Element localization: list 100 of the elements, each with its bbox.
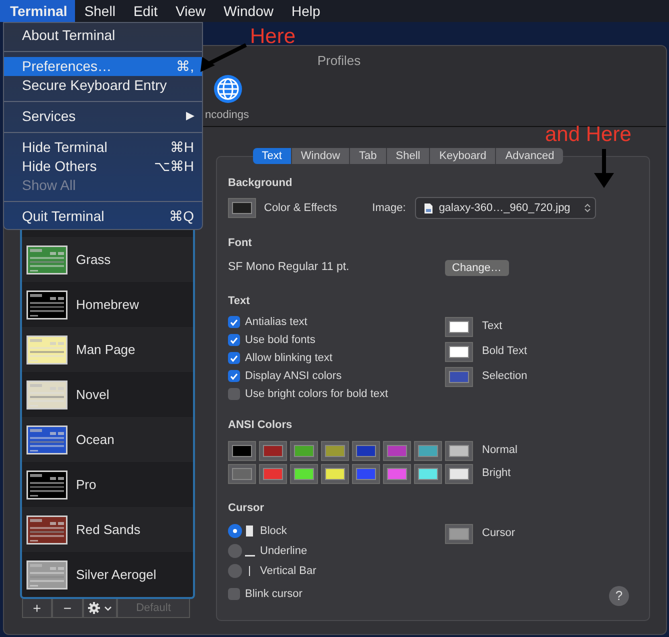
checkbox-label: Use bright colors for bold text (245, 386, 388, 402)
profile-name: Grass (76, 250, 111, 269)
toolbar-label[interactable]: ncodings (205, 107, 250, 124)
profile-row[interactable]: Ocean (22, 417, 193, 462)
color-swatch[interactable] (352, 440, 380, 460)
terminal-preview-icon (26, 470, 68, 500)
tab[interactable]: Advanced (496, 148, 564, 164)
image-popup[interactable]: galaxy-360…_960_720.jpg (414, 197, 596, 219)
gear-icon (88, 602, 100, 614)
menu-bar-item[interactable]: Terminal (0, 0, 76, 22)
color-swatch[interactable] (445, 440, 473, 460)
field-label: Color & Effects (264, 200, 338, 216)
menu-item[interactable]: Preferences… ⌘, (4, 57, 202, 76)
menu-item[interactable]: Hide Terminal ⌘H (4, 138, 202, 157)
profile-row[interactable]: Man Page (22, 327, 193, 372)
swatch-label: Selection (482, 369, 528, 384)
annotation-arrow (198, 43, 248, 71)
menu-bar-item[interactable]: Shell (75, 0, 124, 22)
checkbox-label: Display ANSI colors (245, 368, 342, 384)
color-swatch[interactable] (228, 440, 256, 460)
terminal-preview-icon (26, 334, 68, 364)
tab[interactable]: Text (252, 148, 292, 164)
color-swatch[interactable] (445, 464, 473, 484)
checkbox-label: Allow blinking text (245, 350, 332, 366)
color-swatch[interactable] (290, 464, 318, 484)
stepper-icon (584, 203, 591, 213)
checkbox[interactable] (228, 370, 240, 382)
color-swatch[interactable] (383, 440, 411, 460)
color-swatch[interactable] (321, 464, 349, 484)
menu-bar-item[interactable]: Window (214, 0, 282, 22)
checkbox[interactable] (228, 316, 240, 328)
swatch-label: Bright (482, 466, 511, 482)
tab[interactable]: Tab (350, 148, 387, 164)
color-swatch[interactable] (259, 464, 287, 484)
profile-row[interactable]: Silver Aerogel (22, 552, 193, 597)
menu-bar-item[interactable]: Help (282, 0, 330, 22)
help-button[interactable]: ? (609, 586, 629, 606)
profile-name: Homebrew (76, 296, 139, 314)
checkbox[interactable] (228, 388, 240, 400)
annotation-arrow (594, 149, 614, 189)
menu-bar-item[interactable]: View (166, 0, 215, 22)
profile-row[interactable]: Pro (22, 462, 193, 507)
section-heading: Cursor (228, 501, 266, 516)
menu-item[interactable]: Hide Others ⌥⌘H (4, 157, 202, 176)
profile-row[interactable]: Red Sands (22, 507, 193, 552)
color-swatch[interactable] (228, 464, 256, 484)
color-swatch[interactable] (352, 464, 380, 484)
color-swatch[interactable] (259, 440, 287, 460)
remove-button[interactable]: − (52, 599, 83, 618)
section-heading: Text (228, 294, 251, 309)
profile-name: Ocean (76, 430, 114, 449)
profile-row[interactable]: Homebrew (22, 282, 193, 327)
caret-icon (104, 606, 112, 610)
profile-name: Novel (76, 386, 110, 404)
menu-item[interactable]: Secure Keyboard Entry (4, 76, 202, 95)
color-swatch[interactable] (228, 198, 256, 218)
annotation-text: Here (250, 26, 296, 48)
terminal-preview-icon (26, 424, 68, 454)
settings-button[interactable] (83, 599, 117, 618)
color-swatch[interactable] (445, 366, 473, 386)
change-button[interactable]: Change… (445, 260, 509, 276)
profile-row[interactable]: Novel (22, 372, 193, 417)
block-cursor-icon (245, 525, 255, 537)
radio-button[interactable] (228, 544, 242, 558)
color-swatch[interactable] (445, 342, 473, 362)
checkbox-label: Use bold fonts (245, 332, 316, 348)
section-heading: ANSI Colors (228, 418, 294, 433)
checkbox-label: Antialias text (245, 314, 308, 330)
radio-button[interactable] (228, 524, 242, 538)
section-heading: Background (228, 176, 294, 191)
color-swatch[interactable] (383, 464, 411, 484)
radio-button[interactable] (228, 564, 242, 578)
profile-row[interactable]: Grass (22, 237, 193, 282)
swatch-label: Text (482, 319, 502, 334)
add-button[interactable]: + (22, 599, 52, 618)
terminal-preview-icon (26, 514, 68, 544)
field-value: galaxy-360…_960_720.jpg (438, 200, 570, 216)
color-swatch[interactable] (290, 440, 318, 460)
tab[interactable]: Shell (386, 148, 430, 164)
menu-item[interactable]: Services ▶ (4, 107, 202, 126)
color-swatch[interactable] (445, 316, 473, 336)
underline-cursor-icon (245, 554, 255, 556)
tab[interactable]: Window (292, 148, 350, 164)
field-label: Image: (372, 200, 406, 216)
profile-name: Silver Aerogel (76, 566, 156, 584)
checkbox[interactable] (228, 352, 240, 364)
checkbox[interactable] (228, 588, 240, 600)
tab[interactable]: Keyboard (430, 148, 496, 164)
profile-name: Man Page (76, 340, 136, 359)
profile-name: Pro (76, 476, 96, 494)
font-name: SF Mono Regular 11 pt. (228, 260, 350, 276)
color-swatch[interactable] (414, 464, 442, 484)
color-swatch[interactable] (414, 440, 442, 460)
window-title: Profiles (317, 53, 361, 68)
color-swatch[interactable] (445, 524, 473, 544)
color-swatch[interactable] (321, 440, 349, 460)
menu-item[interactable]: About Terminal (4, 26, 202, 45)
checkbox[interactable] (228, 334, 240, 346)
menu-item[interactable]: Quit Terminal ⌘Q (4, 207, 202, 226)
menu-bar-item[interactable]: Edit (124, 0, 167, 22)
